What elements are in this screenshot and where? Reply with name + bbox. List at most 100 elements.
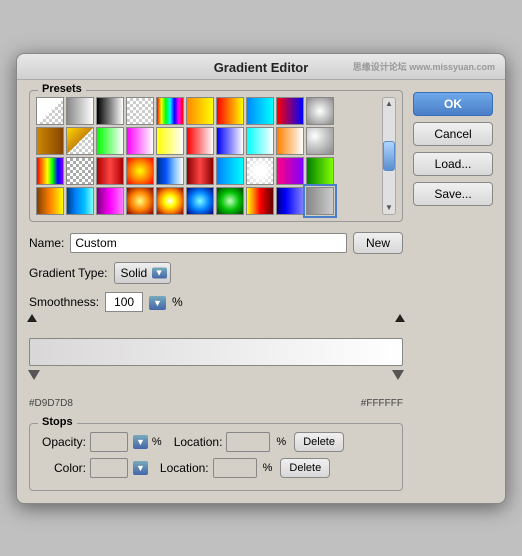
color-select-wrapper: ▼	[133, 460, 148, 475]
preset-item[interactable]	[246, 187, 274, 215]
preset-item[interactable]	[246, 157, 274, 185]
smoothness-row: Smoothness: ▼ %	[29, 292, 403, 312]
preset-item[interactable]	[66, 157, 94, 185]
location2-pct-label: %	[263, 462, 273, 474]
name-input[interactable]	[70, 233, 347, 253]
preset-item[interactable]	[36, 157, 64, 185]
preset-item[interactable]	[186, 157, 214, 185]
preset-item[interactable]	[156, 187, 184, 215]
opacity-pct-label: %	[152, 436, 162, 448]
preset-item[interactable]	[66, 97, 94, 125]
scroll-thumb[interactable]	[383, 141, 395, 171]
right-color-label: #FFFFFF	[361, 398, 403, 409]
preset-item[interactable]	[96, 127, 124, 155]
preset-item-selected[interactable]	[306, 187, 334, 215]
delete2-button[interactable]: Delete	[280, 458, 330, 478]
opacity-stop-right[interactable]	[395, 314, 405, 324]
presets-group: Presets	[29, 90, 403, 222]
preset-item[interactable]	[156, 97, 184, 125]
gradient-bar[interactable]	[29, 338, 403, 366]
opacity-select-wrapper: ▼	[133, 434, 148, 449]
location1-input[interactable]	[226, 432, 270, 452]
opacity-value-box[interactable]	[90, 432, 128, 452]
preset-item[interactable]	[276, 157, 304, 185]
preset-item[interactable]	[126, 157, 154, 185]
opacity-stop-right-arrow	[395, 314, 405, 322]
save-button[interactable]: Save...	[413, 182, 493, 206]
preset-item[interactable]	[216, 157, 244, 185]
preset-item[interactable]	[216, 127, 244, 155]
preset-item[interactable]	[186, 97, 214, 125]
presets-legend: Presets	[38, 83, 86, 95]
color-value-box[interactable]	[90, 458, 128, 478]
gradient-type-row: Gradient Type: Solid Noise ▼	[29, 262, 403, 284]
color-stop-left[interactable]	[27, 370, 41, 384]
color-stop-label: Color:	[40, 461, 86, 475]
gradient-editor-dialog: Gradient Editor 思缘设计论坛 www.missyuan.com …	[16, 53, 506, 504]
opacity-label: Opacity:	[40, 435, 86, 449]
preset-item[interactable]	[276, 97, 304, 125]
preset-item[interactable]	[126, 97, 154, 125]
right-buttons: OK Cancel Load... Save...	[413, 92, 493, 491]
color-labels: #D9D7D8 #FFFFFF	[29, 398, 403, 409]
location2-input[interactable]	[213, 458, 257, 478]
preset-item[interactable]	[96, 97, 124, 125]
smoothness-dropdown-arrow[interactable]: ▼	[149, 296, 166, 310]
delete1-button[interactable]: Delete	[294, 432, 344, 452]
color-dropdown-arrow[interactable]: ▼	[133, 461, 148, 475]
preset-item[interactable]	[216, 97, 244, 125]
preset-item[interactable]	[306, 157, 334, 185]
smoothness-select-wrapper: ▼	[149, 295, 166, 309]
color-select-wrap	[90, 458, 128, 478]
preset-item[interactable]	[126, 187, 154, 215]
opacity-stop-left[interactable]	[27, 314, 37, 324]
preset-item[interactable]	[216, 187, 244, 215]
preset-item[interactable]	[96, 187, 124, 215]
preset-item[interactable]	[96, 157, 124, 185]
name-row: Name: New	[29, 232, 403, 254]
preset-item[interactable]	[66, 127, 94, 155]
stops-legend: Stops	[38, 416, 77, 428]
smoothness-pct-label: %	[172, 295, 183, 309]
ok-button[interactable]: OK	[413, 92, 493, 116]
preset-item[interactable]	[36, 127, 64, 155]
color-stop-right[interactable]	[391, 370, 405, 384]
preset-item[interactable]	[126, 127, 154, 155]
preset-item[interactable]	[306, 97, 334, 125]
watermark: 思缘设计论坛 www.missyuan.com	[353, 60, 495, 73]
preset-item[interactable]	[36, 97, 64, 125]
preset-item[interactable]	[306, 127, 334, 155]
opacity-stop-left-arrow	[27, 314, 37, 322]
preset-item[interactable]	[66, 187, 94, 215]
preset-item[interactable]	[276, 127, 304, 155]
preset-item[interactable]	[246, 97, 274, 125]
load-button[interactable]: Load...	[413, 152, 493, 176]
gradient-type-select-wrapper: Solid Noise ▼	[114, 262, 171, 284]
gradient-bar-section: #D9D7D8 #FFFFFF	[29, 324, 403, 409]
title-bar: Gradient Editor 思缘设计论坛 www.missyuan.com	[17, 54, 505, 80]
opacity-dropdown-arrow[interactable]: ▼	[133, 435, 148, 449]
preset-item[interactable]	[156, 127, 184, 155]
smoothness-label: Smoothness:	[29, 295, 99, 309]
preset-item[interactable]	[186, 127, 214, 155]
gradient-type-select[interactable]: Solid Noise	[114, 262, 171, 284]
presets-grid	[36, 97, 380, 215]
preset-item[interactable]	[246, 127, 274, 155]
preset-item[interactable]	[36, 187, 64, 215]
cancel-button[interactable]: Cancel	[413, 122, 493, 146]
gradient-type-label: Gradient Type:	[29, 266, 108, 280]
name-label: Name:	[29, 236, 64, 250]
scroll-down-arrow[interactable]: ▼	[384, 204, 394, 212]
left-color-label: #D9D7D8	[29, 398, 73, 409]
scroll-up-arrow[interactable]: ▲	[384, 100, 394, 108]
color-stop-left-arrow	[28, 370, 40, 380]
smoothness-input[interactable]	[105, 292, 143, 312]
preset-item[interactable]	[186, 187, 214, 215]
preset-item[interactable]	[156, 157, 184, 185]
dialog-title: Gradient Editor	[214, 60, 309, 75]
color-stop-right-arrow	[392, 370, 404, 380]
presets-scrollbar[interactable]: ▲ ▼	[382, 97, 396, 215]
preset-item[interactable]	[276, 187, 304, 215]
opacity-row: Opacity: ▼ % Location: % Delete	[40, 432, 392, 452]
new-button[interactable]: New	[353, 232, 403, 254]
